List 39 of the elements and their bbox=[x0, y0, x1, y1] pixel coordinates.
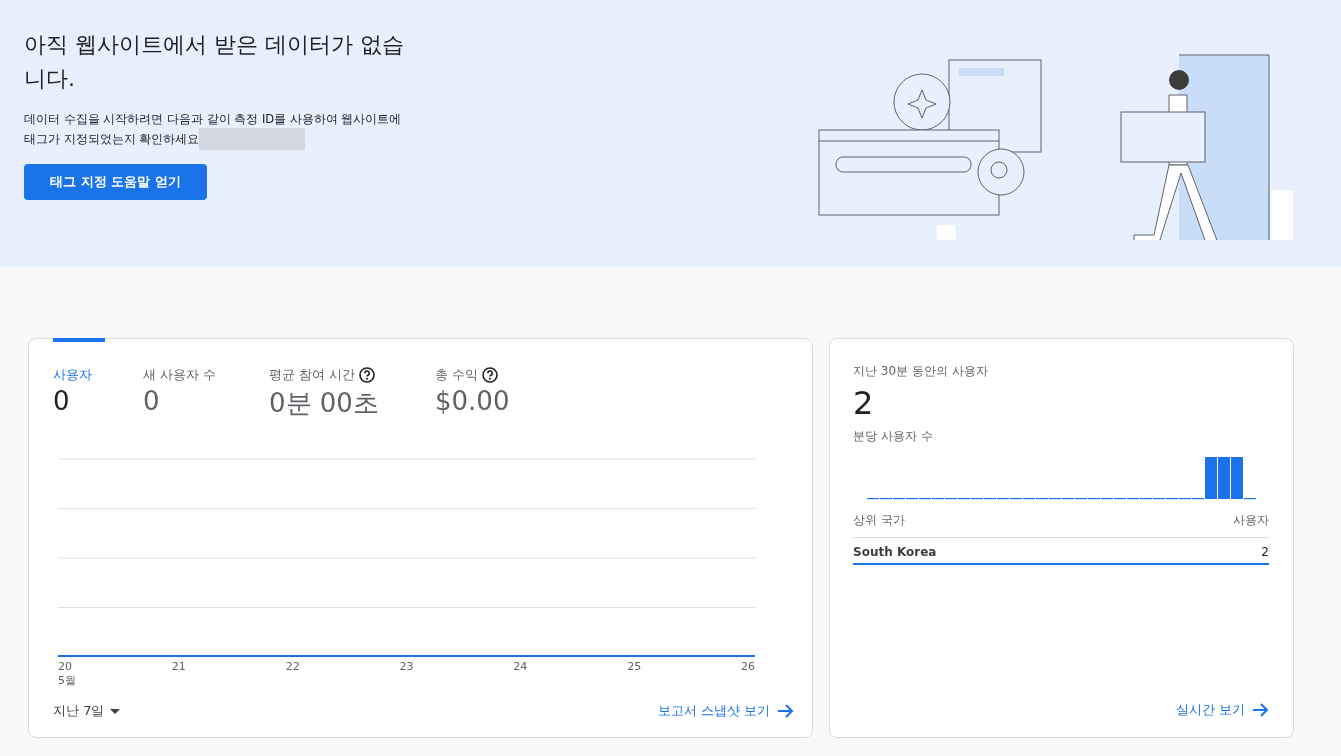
help-icon[interactable] bbox=[482, 367, 499, 383]
metric-tab[interactable]: 새 사용자 수 0 bbox=[143, 338, 231, 421]
arrow-icon bbox=[778, 704, 794, 718]
column-header: 사용자 bbox=[1233, 512, 1269, 529]
banner-description: 데이터 수집을 시작하려면 다음과 같이 측정 ID를 사용하여 웹사이트에 태그가 지정되었는지 확인하세요 bbox=[24, 110, 409, 150]
column-header: 상위 국가 bbox=[853, 512, 905, 529]
metric-value: 0 bbox=[53, 386, 71, 416]
axis-label: 26 bbox=[740, 660, 755, 673]
user-count-cell: 2 bbox=[1261, 545, 1269, 559]
metric-tab[interactable]: 평균 참여 시간 0분 00초 bbox=[269, 338, 397, 421]
card-title: 지난 30분 동안의 사용자 bbox=[853, 363, 989, 380]
axis-label: 24 bbox=[513, 660, 528, 673]
metric-value: $0.00 bbox=[435, 386, 510, 416]
tag-help-button[interactable]: 태그 지정 도움말 얻기 bbox=[24, 164, 207, 200]
caret-icon bbox=[110, 708, 121, 714]
metric-label: 사용자 bbox=[53, 366, 92, 384]
metric-label: 평균 참여 시간 bbox=[269, 366, 356, 384]
axis-label: 22 bbox=[285, 660, 300, 673]
metric-label: 총 수익 bbox=[435, 366, 479, 384]
metric-value: 0분 00초 bbox=[269, 387, 380, 420]
help-icon[interactable] bbox=[359, 367, 376, 383]
banner-title: 아직 웹사이트에서 받은 데이터가 없습니다. bbox=[24, 31, 405, 93]
metric-value: 0 bbox=[143, 386, 161, 416]
date-range-dropdown[interactable]: 지난 7일 bbox=[53, 702, 121, 720]
report-snapshot-link[interactable]: 보고서 스냅샷 보기 bbox=[657, 702, 794, 720]
metric-label: 새 사용자 수 bbox=[143, 366, 217, 384]
metric-tab[interactable]: 총 수익 $0.00 bbox=[435, 338, 510, 421]
user-count: 2 bbox=[853, 384, 875, 422]
axis-label: 20 bbox=[58, 660, 72, 673]
axis-label: 23 bbox=[399, 660, 414, 673]
metric-tab[interactable]: 사용자 0 bbox=[53, 338, 105, 421]
realtime-link[interactable]: 실시간 보기 bbox=[1175, 701, 1269, 719]
chart-title: 분당 사용자 수 bbox=[853, 428, 934, 445]
chart-bar bbox=[1218, 457, 1230, 499]
axis-label: 21 bbox=[171, 660, 186, 673]
country-name: South Korea bbox=[853, 545, 937, 559]
axis-label: 25 bbox=[627, 660, 642, 673]
axis-label: 5월 bbox=[58, 673, 77, 688]
arrow-icon bbox=[1253, 703, 1269, 717]
